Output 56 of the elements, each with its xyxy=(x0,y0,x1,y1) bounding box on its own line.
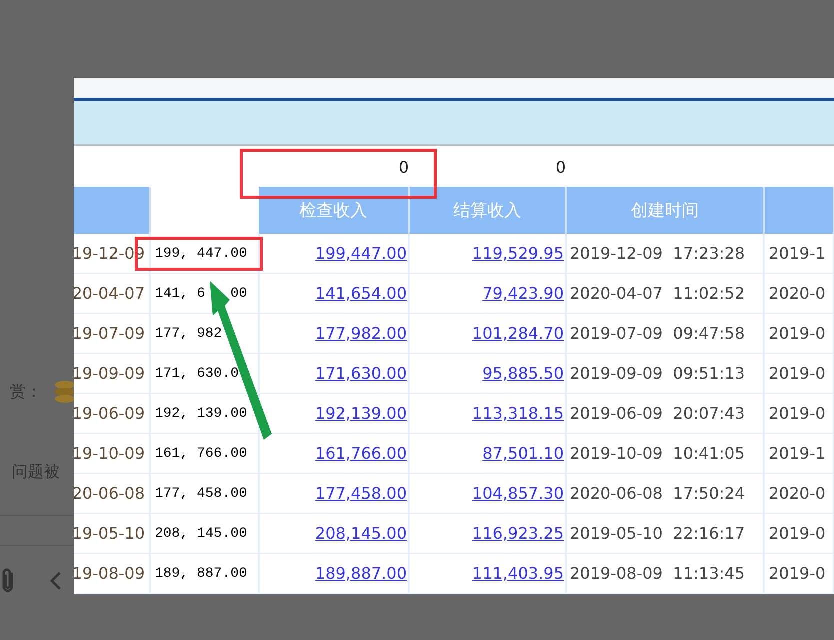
amount-link[interactable]: 189,887.00 xyxy=(315,564,407,583)
table-cell: 2019-08-09 11:13:45 xyxy=(566,554,764,594)
amount-link[interactable]: 111,403.95 xyxy=(472,564,564,583)
table-cell: 19-06-09 xyxy=(74,394,150,434)
table-cell: 2019-1 xyxy=(764,434,834,474)
total-value: 0 xyxy=(398,158,409,177)
table-cell: 2019-07-09 09:47:58 xyxy=(566,314,764,354)
table-cell: 208, 145.00 xyxy=(150,514,259,554)
table-cell: 177, 458.00 xyxy=(150,474,259,514)
amount-link[interactable]: 177,982.00 xyxy=(315,324,407,343)
amount-link[interactable]: 171,630.00 xyxy=(315,364,407,383)
amount-link[interactable]: 119,529.95 xyxy=(472,244,564,263)
table-cell: 2019-0 xyxy=(764,314,834,354)
table-cell: 19-07-09 xyxy=(74,314,150,354)
amount-link[interactable]: 104,857.30 xyxy=(472,484,564,503)
table-cell: 19-05-10 xyxy=(74,514,150,554)
table-cell: 2019-05-10 22:16:17 xyxy=(566,514,764,554)
table-cell: 2020-0 xyxy=(764,274,834,314)
table-cell: 19-08-09 xyxy=(74,554,150,594)
table-cell: 2019-1 xyxy=(764,234,834,274)
amount-link[interactable]: 101,284.70 xyxy=(472,324,564,343)
coins-icon xyxy=(54,380,76,404)
amount-link[interactable]: 87,501.10 xyxy=(482,444,564,463)
amount-link[interactable]: 208,145.00 xyxy=(315,524,407,543)
amount-link[interactable]: 116,923.25 xyxy=(472,524,564,543)
amount-link[interactable]: 177,458.00 xyxy=(315,484,407,503)
column-header: 检查收入 xyxy=(259,187,409,234)
table-cell: 2019-10-09 10:41:05 xyxy=(566,434,764,474)
table-cell: 2020-04-07 11:02:52 xyxy=(566,274,764,314)
column-header: 结算收入 xyxy=(409,187,566,234)
table-cell: 19-09-09 xyxy=(74,354,150,394)
column-header: 创建时间 xyxy=(566,187,764,234)
amount-link[interactable]: 79,423.90 xyxy=(482,284,564,303)
amount-link[interactable]: 141,654.00 xyxy=(315,284,407,303)
paperclip-icon[interactable] xyxy=(0,568,16,594)
table-cell: 2019-06-09 20:07:43 xyxy=(566,394,764,434)
amount-link[interactable]: 113,318.15 xyxy=(472,404,564,423)
table-cell: 19-10-09 xyxy=(74,434,150,474)
amount-link[interactable]: 161,766.00 xyxy=(315,444,407,463)
table-cell: 2020-0 xyxy=(764,474,834,514)
table-cell: 2020-06-08 17:50:24 xyxy=(566,474,764,514)
amount-link[interactable]: 192,139.00 xyxy=(315,404,407,423)
table-cell: 2019-09-09 09:51:13 xyxy=(566,354,764,394)
table-cell: 161, 766.00 xyxy=(150,434,259,474)
amount-link[interactable]: 199,447.00 xyxy=(315,244,407,263)
table-cell: 2019-12-09 17:23:28 xyxy=(566,234,764,274)
column-header xyxy=(764,187,834,234)
total-value: 0 xyxy=(556,158,566,177)
table-cell: 2019-0 xyxy=(764,394,834,434)
code-icon[interactable] xyxy=(50,571,62,591)
amount-link[interactable]: 95,885.50 xyxy=(482,364,564,383)
table-cell: 2019-0 xyxy=(764,354,834,394)
table-cell: 189, 887.00 xyxy=(150,554,259,594)
table-cell: 2019-0 xyxy=(764,514,834,554)
table-cell: 2019-0 xyxy=(764,554,834,594)
table-cell: 199, 447.00 xyxy=(150,234,259,274)
